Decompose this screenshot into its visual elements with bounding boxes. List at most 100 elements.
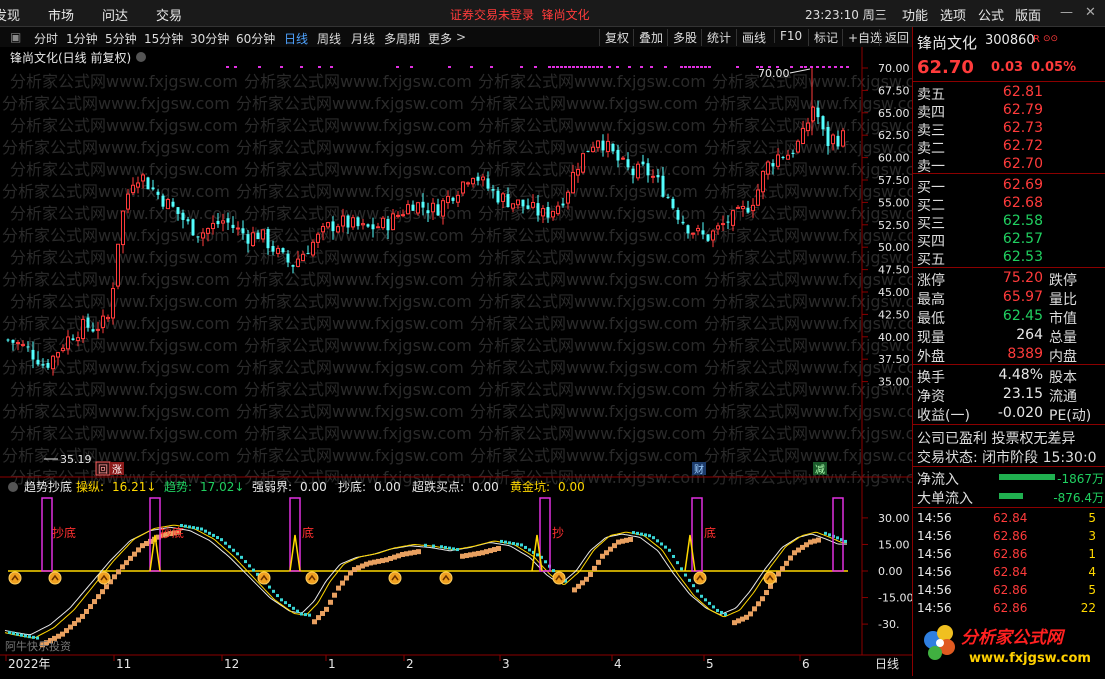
btn-add-watch[interactable]: +自选: [842, 29, 882, 46]
btn-back[interactable]: 返回: [879, 29, 909, 46]
price-pct: 0.05%: [1031, 60, 1077, 75]
stock-code: 300860: [985, 33, 1035, 48]
trend-step: [224, 541, 227, 545]
watermark-text: 分析家公式网www.fxjgsw.com: [10, 116, 238, 135]
btn-multistock[interactable]: 多股: [667, 29, 697, 46]
ask-row[interactable]: 卖二 62.72: [913, 137, 1105, 157]
buy-point-icon[interactable]: [305, 571, 319, 585]
candle-body: [231, 224, 235, 229]
buy-point-icon[interactable]: [763, 571, 777, 585]
watermark-text: 分析家公式网www.fxjgsw.com: [2, 402, 230, 421]
menu-formula[interactable]: 公式: [978, 5, 1004, 24]
ask-row[interactable]: 卖一 62.70: [913, 155, 1105, 175]
tick-time: 14:56: [917, 565, 952, 579]
ask-row[interactable]: 卖四 62.79: [913, 101, 1105, 121]
signal-dot: [708, 66, 711, 68]
tab-30min[interactable]: 30分钟: [190, 30, 229, 47]
trend-step: [776, 571, 781, 577]
menu-market[interactable]: 市场: [48, 5, 74, 24]
watermark-text: 分析家公式网www.fxjgsw.com: [244, 72, 472, 91]
signal-dot: [548, 66, 551, 68]
tab-1min[interactable]: 1分钟: [66, 30, 98, 47]
tick-volume: 22: [1080, 601, 1096, 615]
tick-price: 62.86: [993, 547, 1028, 561]
candle-body: [36, 359, 40, 365]
trend-step: [324, 606, 329, 612]
bid-row[interactable]: 买五 62.53: [913, 248, 1105, 268]
login-notice[interactable]: 证券交易未登录 锋尚文化: [450, 6, 590, 23]
price-tick: 37.50: [878, 353, 910, 366]
signal-dot: [330, 66, 333, 68]
tab-daily[interactable]: 日线: [284, 30, 308, 47]
menu-wenda[interactable]: 问达: [102, 5, 128, 24]
chevron-right-icon[interactable]: >: [456, 30, 466, 44]
ask-row[interactable]: 卖五 62.81: [913, 83, 1105, 103]
buy-point-icon[interactable]: [552, 571, 566, 585]
date-tick: 11: [116, 657, 131, 671]
trend-step: [644, 533, 647, 537]
btn-fuquan[interactable]: 复权: [599, 29, 629, 46]
indicator-tick: 0.00: [878, 565, 903, 578]
menu-options[interactable]: 选项: [940, 5, 966, 24]
menu-function[interactable]: 功能: [902, 5, 928, 24]
buy-point-icon[interactable]: [257, 571, 271, 585]
bid-row[interactable]: 买四 62.57: [913, 230, 1105, 250]
btn-f10[interactable]: F10: [774, 29, 802, 43]
buy-point-icon[interactable]: [439, 571, 453, 585]
tab-more[interactable]: 更多: [428, 30, 452, 47]
bid-row[interactable]: 买一 62.69: [913, 176, 1105, 196]
ask-row[interactable]: 卖三 62.73: [913, 119, 1105, 139]
candle-body: [526, 205, 530, 209]
tab-5min[interactable]: 5分钟: [105, 30, 137, 47]
buy-point-icon[interactable]: [8, 571, 22, 585]
tab-monthly[interactable]: 月线: [351, 30, 375, 47]
btn-mark[interactable]: 标记: [808, 29, 838, 46]
trend-step: [760, 596, 765, 602]
tab-15min[interactable]: 15分钟: [144, 30, 183, 47]
period-label[interactable]: 日线: [875, 657, 899, 671]
btn-stats[interactable]: 统计: [701, 29, 731, 46]
trend-step: [284, 601, 287, 605]
menu-discover[interactable]: 发现: [0, 5, 20, 24]
kline-chart[interactable]: 分析家公式网www.fxjgsw.com 分析家公式网www.fxjgsw.com…: [0, 47, 912, 676]
tab-weekly[interactable]: 周线: [317, 30, 341, 47]
candle-body: [626, 159, 630, 168]
bid-price: 62.68: [1002, 195, 1043, 211]
settings-icon[interactable]: [136, 52, 146, 62]
minimize-icon[interactable]: —: [1060, 5, 1073, 20]
stock-link[interactable]: 锋尚文化: [542, 8, 590, 22]
tab-fenshi[interactable]: 分时: [34, 30, 58, 47]
menu-trade[interactable]: 交易: [156, 5, 182, 24]
indicator-value: 0.00: [558, 480, 585, 494]
bid-row[interactable]: 买三 62.58: [913, 212, 1105, 232]
btn-overlay[interactable]: 叠加: [633, 29, 663, 46]
btn-draw[interactable]: 画线: [736, 29, 766, 46]
trend-step: [308, 613, 311, 617]
tab-multi-period[interactable]: 多周期: [384, 30, 420, 47]
tab-60min[interactable]: 60分钟: [236, 30, 275, 47]
trend-step: [288, 603, 291, 607]
event-zhang-text: 涨: [112, 464, 122, 476]
candle-body: [461, 181, 465, 194]
buy-point-icon[interactable]: [693, 571, 707, 585]
buy-point-icon[interactable]: [48, 571, 62, 585]
indicator-tick: 15.00: [878, 538, 910, 551]
bid-row[interactable]: 买二 62.68: [913, 194, 1105, 214]
layout-icon[interactable]: ▣: [10, 30, 21, 44]
candle-body: [771, 163, 775, 167]
menu-layout[interactable]: 版面: [1015, 5, 1041, 24]
candle-body: [281, 248, 285, 253]
buy-point-icon[interactable]: [388, 571, 402, 585]
candle-body: [121, 210, 125, 246]
candle-body: [256, 232, 260, 240]
candle-body: [651, 175, 655, 178]
indicator-settings-icon[interactable]: [8, 482, 18, 492]
close-icon[interactable]: ✕: [1085, 5, 1096, 20]
candle-body: [606, 140, 610, 152]
login-notice-text[interactable]: 证券交易未登录: [450, 8, 534, 22]
buy-point-icon[interactable]: [97, 571, 111, 585]
candle-body: [376, 226, 380, 229]
candle-body: [436, 204, 440, 216]
signal-dot: [600, 66, 603, 68]
date-tick: 6: [802, 657, 810, 671]
